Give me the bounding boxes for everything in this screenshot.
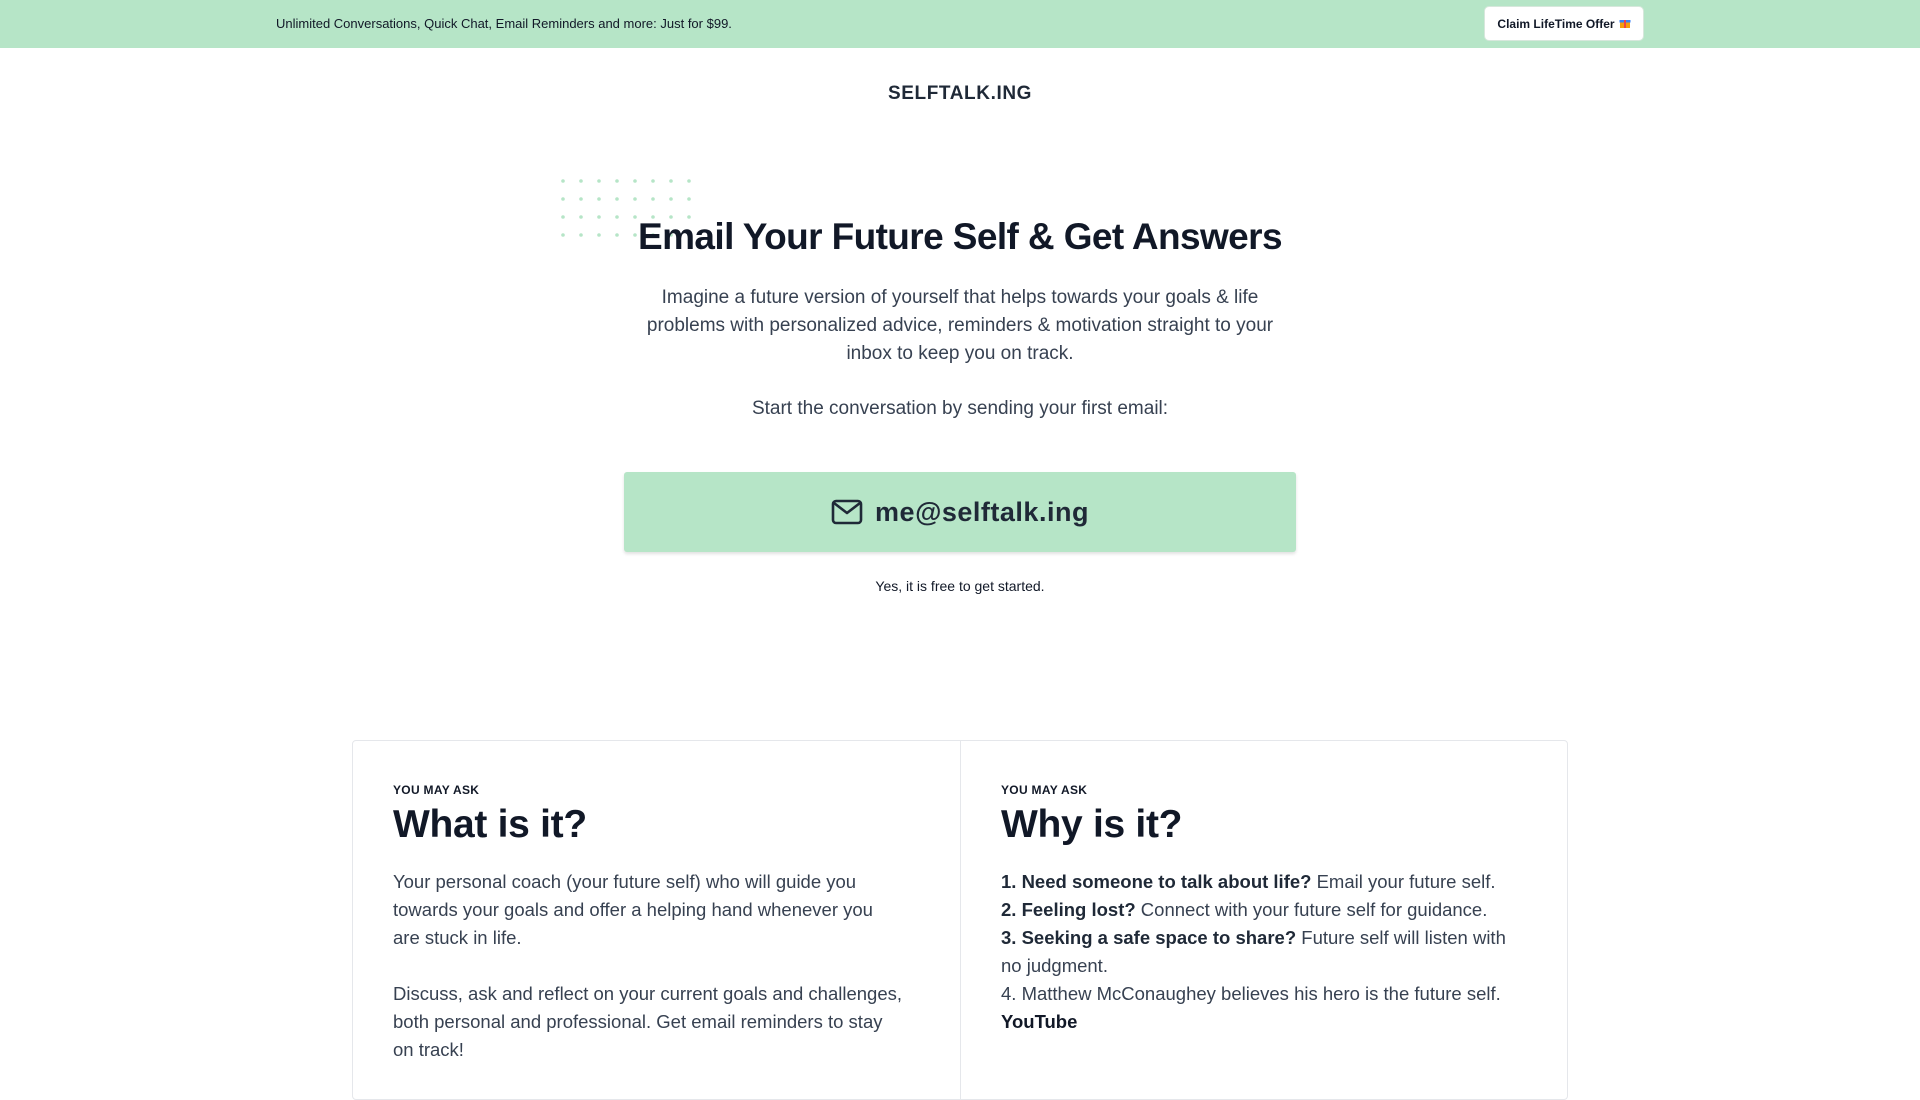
what-is-it-card: YOU MAY ASK What is it? Your personal co… xyxy=(353,741,961,1099)
hero-description: Imagine a future version of yourself tha… xyxy=(646,287,1274,364)
what-paragraph: Discuss, ask and reflect on your current… xyxy=(393,983,903,1060)
why-item-bold: 1. Need someone to talk about life? xyxy=(1001,871,1312,892)
why-item-text: Email your future self. xyxy=(1311,871,1496,892)
email-address-label: me@selftalk.ing xyxy=(875,496,1089,527)
faq-cards: YOU MAY ASK What is it? Your personal co… xyxy=(352,740,1568,1100)
claim-offer-label: Claim LifeTime Offer xyxy=(1497,16,1615,31)
what-eyebrow: YOU MAY ASK xyxy=(393,783,480,797)
hero-cta-text: Start the conversation by sending your f… xyxy=(751,398,1169,419)
youtube-link[interactable]: YouTube xyxy=(1001,1011,1077,1032)
email-future-self-button[interactable]: me@selftalk.ing xyxy=(624,472,1296,552)
why-item-bold: 3. Seeking a safe space to share? xyxy=(1001,927,1297,948)
promo-banner: Unlimited Conversations, Quick Chat, Ema… xyxy=(0,0,1920,48)
why-list: 1. Need someone to talk about life? Emai… xyxy=(1001,868,1531,1036)
mail-icon xyxy=(831,499,863,525)
why-is-it-card: YOU MAY ASK Why is it? 1. Need someone t… xyxy=(961,741,1569,1099)
claim-lifetime-offer-button[interactable]: Claim LifeTime Offer xyxy=(1484,6,1644,41)
what-body: Your personal coach (your future self) w… xyxy=(393,868,903,1092)
why-eyebrow: YOU MAY ASK xyxy=(1001,783,1088,797)
free-note: Yes, it is free to get started. xyxy=(875,578,1045,594)
why-item: 3. Seeking a safe space to share? Future… xyxy=(1001,924,1531,980)
why-item: 4. Matthew McConaughey believes his hero… xyxy=(1001,980,1531,1008)
hero-title: Email Your Future Self & Get Answers xyxy=(638,216,1282,257)
what-title: What is it? xyxy=(393,803,587,846)
gift-icon xyxy=(1619,19,1631,28)
why-item: 2. Feeling lost? Connect with your futur… xyxy=(1001,896,1531,924)
why-item-text: 4. Matthew McConaughey believes his hero… xyxy=(1001,983,1501,1004)
what-paragraph: Your personal coach (your future self) w… xyxy=(393,871,873,948)
why-item-bold: 2. Feeling lost? xyxy=(1001,899,1136,920)
site-logo[interactable]: SELFTALK.ING xyxy=(0,83,1920,105)
promo-text: Unlimited Conversations, Quick Chat, Ema… xyxy=(276,16,732,31)
why-item: 1. Need someone to talk about life? Emai… xyxy=(1001,868,1531,896)
why-title: Why is it? xyxy=(1001,803,1183,846)
why-item-text: Connect with your future self for guidan… xyxy=(1135,899,1488,920)
